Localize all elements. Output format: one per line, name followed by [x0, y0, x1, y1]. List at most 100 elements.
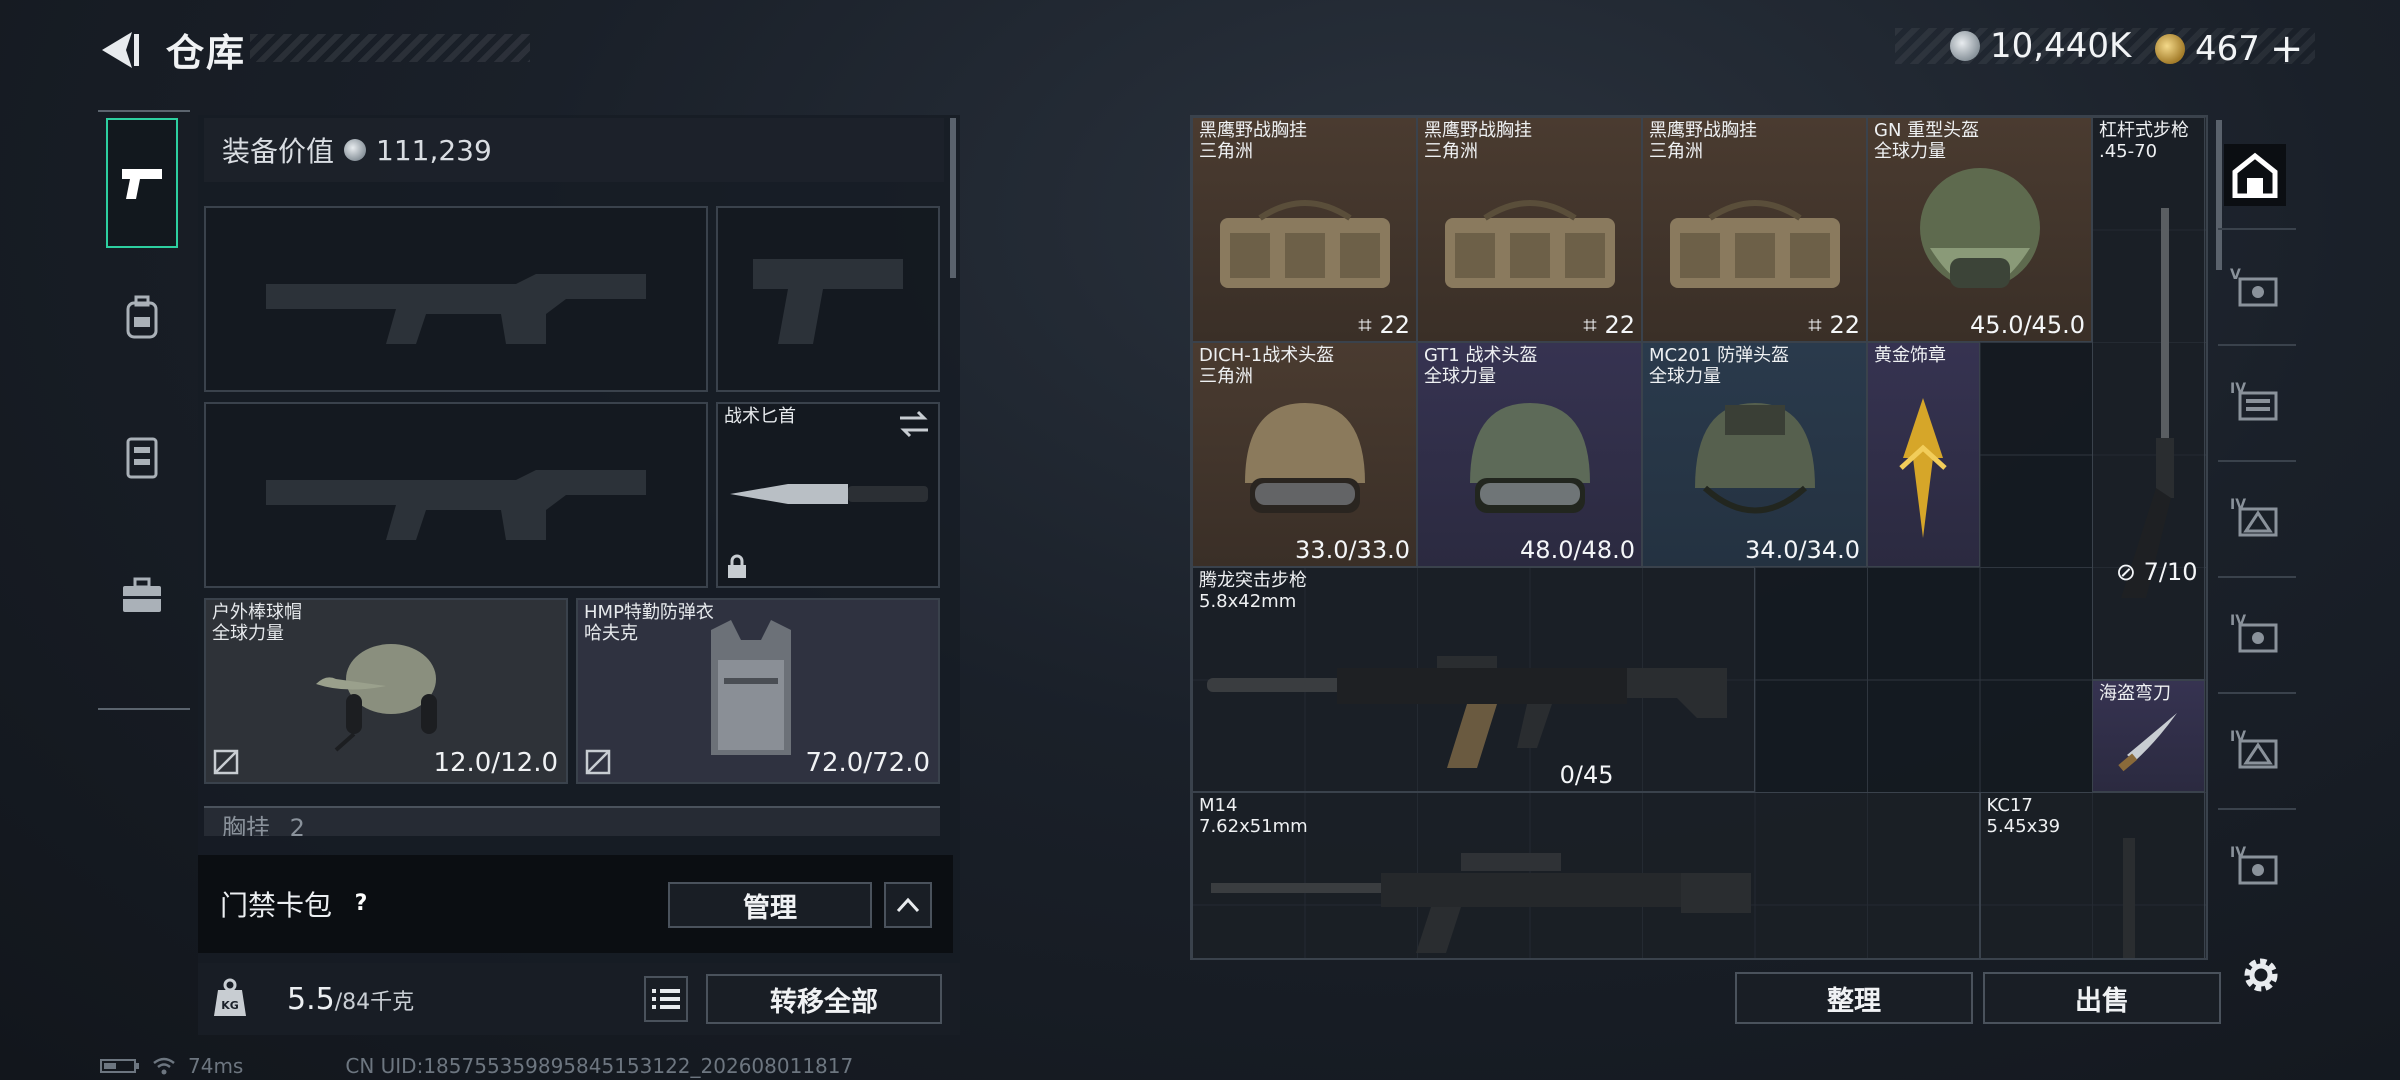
helmet-slot[interactable]: 户外棒球帽 全球力量 12.0/12.0 [204, 598, 568, 784]
helmet-faction: 全球力量 [212, 623, 284, 644]
chest-rig-row[interactable]: 胸挂 2 [204, 806, 940, 836]
list-view-button[interactable] [644, 976, 688, 1022]
add-currency-button[interactable]: + [2270, 26, 2304, 72]
item-label: MC201 防弹头盔 全球力量 [1649, 345, 1789, 387]
item-label: KC17 5.45x39 [1987, 795, 2061, 837]
weight-icon: KG [214, 978, 246, 1016]
tab-divider [2218, 344, 2296, 346]
weight-max: /84千克 [334, 990, 415, 1015]
list-icon [652, 989, 680, 1009]
stash-tab-4a[interactable]: IV [2224, 370, 2286, 432]
collapse-button[interactable] [884, 882, 932, 928]
stash-page-icon: IV [2230, 381, 2278, 421]
item-faction: 全球力量 [1424, 366, 1496, 387]
stash-tab-4d[interactable]: IV [2224, 718, 2286, 780]
chest-rig-icon [1219, 199, 1390, 288]
item-label: 黑鹰野战胸挂 三角洲 [1199, 120, 1307, 162]
stash-page-icon: V [2230, 267, 2278, 307]
item-ammo: ⊘ 7/10 [2115, 558, 2198, 586]
stash-item-heavy-helmet[interactable]: GN 重型头盔 全球力量 45.0/45.0 [1867, 117, 2092, 342]
help-icon[interactable]: ? [346, 888, 376, 918]
tertiary-weapon-slot[interactable] [204, 402, 708, 588]
silver-currency[interactable]: 10,440K [1950, 26, 2131, 66]
swap-icon[interactable] [898, 410, 930, 438]
manage-button[interactable]: 管理 [668, 882, 872, 928]
kc17-rifle-icon [2122, 838, 2135, 958]
heavy-helmet-icon [1919, 167, 2040, 288]
briefcase-icon [123, 577, 161, 612]
stash-item-assault-rifle[interactable]: 腾龙突击步枪 5.8x42mm 0/45 [1192, 567, 1755, 792]
item-title: 腾龙突击步枪 [1199, 570, 1307, 591]
stash-tab-4c[interactable]: IV [2224, 602, 2286, 664]
tactical-helmet-icon [1244, 402, 1365, 513]
item-caliber: .45-70 [2099, 141, 2158, 162]
gold-currency[interactable]: 467 + [2155, 26, 2303, 72]
chest-rig-label: 胸挂 [222, 814, 270, 836]
item-label: 黄金饰章 [1874, 345, 1946, 366]
tab-chest-rig[interactable] [106, 392, 178, 522]
gold-emblem-icon [1899, 397, 1947, 538]
gold-coin-icon [2155, 34, 2185, 64]
helmet-durability: 12.0/12.0 [433, 748, 558, 778]
stash-item-battle-rifle[interactable]: M14 7.62x51mm [1192, 792, 1980, 958]
stash-item-cutlass[interactable]: 海盗弯刀 [2092, 679, 2205, 792]
stash-item-chest-rig[interactable]: 黑鹰野战胸挂 三角洲 ⌗ 22 [1192, 117, 1417, 342]
stash-item-gold-emblem[interactable]: 黄金饰章 [1867, 342, 1980, 567]
primary-weapon-slot[interactable] [204, 206, 708, 392]
stash-tabs: V IV IV IV IV IV [2218, 140, 2298, 940]
item-ammo: 0/45 [1559, 761, 1614, 789]
item-label: GT1 战术头盔 全球力量 [1424, 345, 1537, 387]
stash-item-lever-rifle[interactable]: 杠杆式步枪 .45-70 ⊘ 7/10 [2092, 117, 2205, 680]
equipment-value-label: 装备价值 [222, 135, 335, 168]
svg-text:IV: IV [2230, 729, 2246, 745]
transfer-all-button[interactable]: 转移全部 [706, 974, 942, 1024]
item-title: M14 [1199, 795, 1238, 816]
tactical-helmet-icon [1469, 402, 1590, 513]
lock-icon [728, 554, 746, 578]
tab-weapons[interactable] [106, 118, 178, 248]
stash-tab-5[interactable]: V [2224, 256, 2286, 318]
item-title: 黑鹰野战胸挂 [1199, 120, 1307, 141]
armor-slot[interactable]: HMP特勤防弹衣 哈夫克 72.0/72.0 [576, 598, 940, 784]
tab-divider [98, 708, 190, 710]
secondary-weapon-slot[interactable] [716, 206, 940, 392]
stash-item-chest-rig[interactable]: 黑鹰野战胸挂 三角洲 ⌗ 22 [1642, 117, 1867, 342]
page-title: 仓库 [166, 31, 247, 75]
item-title: GN 重型头盔 [1874, 120, 1980, 141]
loadout-scrollbar[interactable] [950, 118, 956, 278]
tab-case[interactable] [106, 530, 178, 660]
sort-button[interactable]: 整理 [1735, 972, 1973, 1024]
stash-item-chest-rig[interactable]: 黑鹰野战胸挂 三角洲 ⌗ 22 [1417, 117, 1642, 342]
rifle-silhouette-icon [266, 470, 646, 540]
backpack-icon [126, 295, 158, 339]
stash-tab-4b[interactable]: IV [2224, 486, 2286, 548]
stash-page-icon: IV [2230, 729, 2278, 769]
battle-rifle-icon [1211, 853, 1751, 953]
keycard-label: 门禁卡包 [220, 889, 333, 922]
stash-item-ballistic-helmet[interactable]: MC201 防弹头盔 全球力量 34.0/34.0 [1642, 342, 1867, 567]
home-icon [2232, 152, 2278, 198]
sell-button[interactable]: 出售 [1983, 972, 2221, 1024]
stash-item-tactical-helmet[interactable]: GT1 战术头盔 全球力量 48.0/48.0 [1417, 342, 1642, 567]
cutlass-icon [2118, 712, 2177, 771]
settings-button[interactable] [2236, 950, 2286, 1000]
tab-backpack[interactable] [106, 252, 178, 382]
battery-icon [100, 1059, 139, 1073]
helmet-title: 户外棒球帽 [212, 602, 302, 623]
melee-name: 战术匕首 [724, 406, 796, 427]
lever-rifle-icon [2121, 208, 2174, 598]
back-button[interactable] [96, 26, 144, 74]
weight-readout: 5.5/84千克 [287, 982, 414, 1017]
status-bar: 74ms CN UID:1857553598958451531​22_20260… [100, 1054, 853, 1078]
melee-slot[interactable]: 战术匕首 [716, 402, 940, 588]
svg-text:IV: IV [2230, 845, 2246, 861]
no-repair-icon [585, 749, 611, 775]
stash-item-tactical-helmet[interactable]: DICH-1战术头盔 三角洲 33.0/33.0 [1192, 342, 1417, 567]
ping-value: 74ms [188, 1054, 244, 1078]
item-durability: 33.0/33.0 [1295, 536, 1410, 564]
item-quantity-value: 22 [1379, 311, 1410, 339]
stash-tab-main[interactable] [2224, 144, 2286, 206]
armor-durability: 72.0/72.0 [805, 748, 930, 778]
stash-item-kc17[interactable]: KC17 5.45x39 [1979, 792, 2205, 958]
stash-tab-4e[interactable]: IV [2224, 834, 2286, 896]
